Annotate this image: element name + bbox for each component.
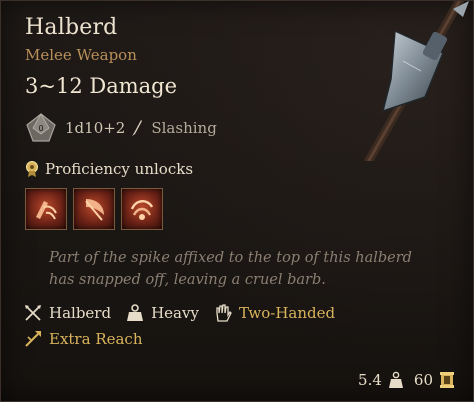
- item-subtitle: Melee Weapon: [25, 46, 137, 64]
- lacerate-action-icon[interactable]: [25, 188, 67, 230]
- damage-dice: 1d10+2: [65, 119, 126, 137]
- damage-dice-row: 0 1d10+2 Slashing: [25, 112, 217, 144]
- proficiency-header: Proficiency unlocks: [25, 160, 193, 178]
- proficiency-medal-icon: [26, 161, 38, 177]
- property-two-handed-label: Two-Handed: [238, 304, 336, 322]
- crossed-weapons-icon: [25, 305, 41, 321]
- cleave-action-icon[interactable]: [73, 188, 115, 230]
- property-halberd: Halberd: [23, 303, 111, 323]
- item-title: Halberd: [25, 15, 118, 40]
- property-two-handed: Two-Handed: [213, 303, 335, 323]
- gold-value: 60: [413, 371, 433, 389]
- extra-reach-icon: [25, 331, 41, 347]
- item-footer: 5.4 60: [358, 371, 455, 389]
- weight-icon: [388, 371, 403, 388]
- proficiency-label: Proficiency unlocks: [45, 160, 194, 178]
- svg-text:0: 0: [38, 124, 43, 133]
- damage-range: 3~12 Damage: [25, 74, 178, 98]
- property-halberd-label: Halberd: [49, 304, 112, 322]
- item-tooltip: Halberd Melee Weapon 3~12 Damage 0 1d10+…: [0, 0, 474, 402]
- slashing-icon: [132, 120, 143, 136]
- flavor-text: Part of the spike affixed to the top of …: [49, 250, 412, 288]
- weapon-properties: Halberd Heavy Two-Handed: [23, 303, 335, 323]
- damage-type: Slashing: [151, 119, 217, 137]
- heavy-weight-icon: [127, 304, 144, 321]
- weight-value: 5.4: [358, 371, 382, 389]
- hand-icon: [216, 304, 232, 322]
- property-heavy-label: Heavy: [151, 304, 199, 322]
- d10-die-icon: 0: [26, 113, 56, 142]
- extra-reach-label: Extra Reach: [49, 330, 143, 348]
- property-heavy: Heavy: [125, 303, 199, 323]
- property-extra-reach: Extra Reach: [23, 329, 143, 349]
- halberd-artwork: [363, 1, 469, 161]
- brace-action-icon[interactable]: [121, 188, 163, 230]
- proficiency-actions: [25, 188, 163, 230]
- gold-coin-icon: [440, 372, 454, 388]
